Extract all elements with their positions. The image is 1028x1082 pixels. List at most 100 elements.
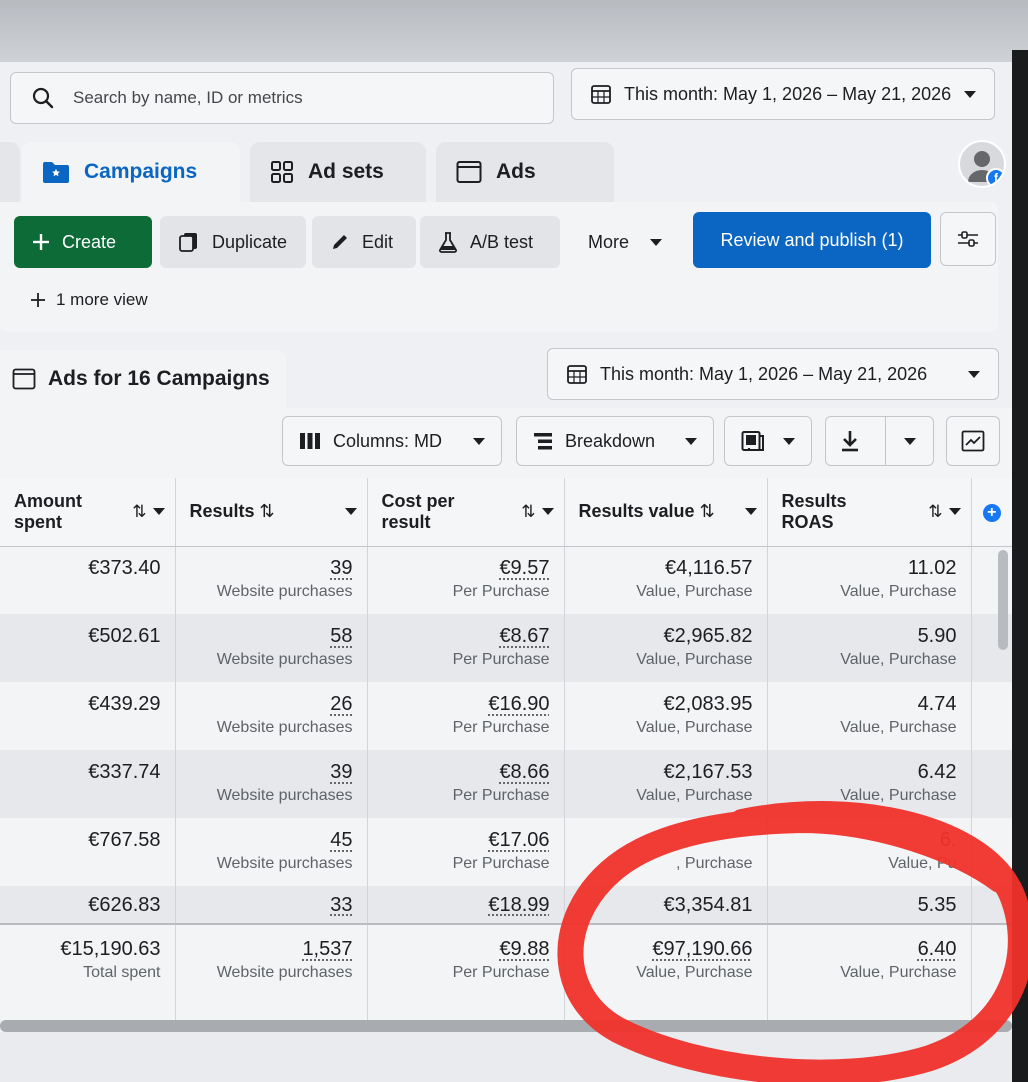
cell-amount-spent: €767.58 — [0, 818, 176, 886]
date-range-picker[interactable]: This month: May 1, 2026 – May 21, 2026 — [571, 68, 995, 120]
column-header-results-roas[interactable]: Results ROAS ⇅ — [767, 478, 972, 547]
cell-results: 58 Website purchases — [175, 614, 368, 682]
vertical-scrollbar[interactable] — [998, 550, 1008, 650]
cost-per-result-link[interactable]: €16.90 — [382, 692, 549, 716]
table-row[interactable]: €767.58 45 Website purchases €17.06 Per Pu… — [0, 818, 1012, 886]
total-roas-link[interactable]: 6.40 — [782, 937, 957, 961]
results-link[interactable]: 58 — [190, 624, 352, 648]
download-button[interactable] — [826, 417, 873, 465]
tab-ads-label: Ads — [496, 160, 536, 183]
tab-ads[interactable]: Ads — [436, 142, 614, 202]
search-input[interactable]: Search by name, ID or metrics — [10, 72, 554, 124]
calendar-icon — [567, 365, 587, 384]
table-row[interactable]: €502.61 58 Website purchases €8.67 Per Pur… — [0, 614, 1012, 682]
table-row[interactable]: €439.29 26 Website purchases €16.90 Per Pu… — [0, 682, 1012, 750]
duplicate-label: Duplicate — [212, 231, 288, 252]
chevron-down-icon[interactable] — [744, 508, 757, 516]
results-roas-type: Value, Purchase — [840, 651, 957, 668]
column-label: Results value ⇅ — [579, 501, 715, 522]
ab-test-button[interactable]: A/B test — [420, 216, 560, 268]
horizontal-scrollbar[interactable] — [0, 1020, 1012, 1032]
download-icon — [841, 431, 858, 452]
amount-spent: €767.58 — [88, 829, 161, 851]
columns-dropdown[interactable]: Columns: MD — [282, 416, 502, 466]
total-value-link[interactable]: €97,190.66 — [579, 937, 752, 961]
review-and-publish-button[interactable]: Review and publish (1) — [693, 212, 931, 268]
sort-icon[interactable]: ⇅ — [260, 501, 275, 521]
sort-control[interactable]: ⇅ — [928, 502, 961, 522]
totals-row: €15,190.63 Total spent 1,537 Website purch… — [0, 923, 1012, 1020]
tab-ad-sets[interactable]: Ad sets — [250, 142, 426, 202]
columns-icon — [300, 433, 320, 449]
edit-button[interactable]: Edit — [312, 216, 416, 268]
ad-window-icon — [456, 161, 482, 183]
results-value-type: Value, Purchase — [636, 787, 753, 804]
add-column-cell[interactable]: + — [971, 478, 1012, 547]
total-results-link[interactable]: 1,537 — [190, 937, 352, 961]
chevron-down-icon[interactable] — [344, 508, 357, 516]
total-cpr-link[interactable]: €9.88 — [382, 937, 549, 961]
cell-spacer — [971, 886, 1012, 924]
sort-control[interactable]: ⇅ — [521, 502, 554, 522]
charts-button[interactable] — [946, 416, 1000, 466]
chevron-down-icon — [903, 437, 916, 445]
cost-per-result-link[interactable]: €17.06 — [382, 828, 549, 852]
device-bezel-right — [1012, 50, 1028, 1082]
more-dropdown[interactable]: More — [570, 216, 680, 268]
export-options-dropdown[interactable] — [885, 417, 933, 465]
cell-cost-per-result: €16.90 Per Purchase — [367, 682, 565, 750]
duplicate-button[interactable]: Duplicate — [160, 216, 306, 268]
total-spent-value: €15,190.63 — [60, 938, 161, 960]
results-link[interactable]: 26 — [190, 692, 352, 716]
table-row[interactable]: €373.40 39 Website purchases €9.57 Per Pur… — [0, 546, 1012, 614]
cost-per-result-link[interactable]: €9.57 — [382, 556, 549, 580]
results-roas: 5.35 — [917, 893, 957, 916]
results-type: Website purchases — [216, 787, 353, 804]
cost-per-result-link[interactable]: €8.67 — [382, 624, 549, 648]
column-header-results-value[interactable]: Results value ⇅ — [564, 478, 768, 547]
results-link[interactable]: 45 — [190, 828, 352, 852]
breakdown-icon — [534, 433, 552, 450]
cell-results-roas: 5.35 — [767, 886, 972, 924]
breakdown-dropdown[interactable]: Breakdown — [516, 416, 714, 466]
table-row[interactable]: €626.83 33 €18.99 €3,354.81 5.35 — [0, 886, 1012, 924]
table-date-range-picker[interactable]: This month: May 1, 2026 – May 21, 2026 — [547, 348, 999, 400]
results-value-type: Value, Purchase — [636, 719, 753, 736]
amount-spent: €626.83 — [88, 893, 161, 916]
add-column-icon[interactable]: + — [982, 504, 1001, 523]
tab-campaigns[interactable]: Campaigns — [22, 142, 240, 202]
settings-sliders-button[interactable] — [940, 212, 996, 266]
results-link[interactable]: 39 — [190, 760, 352, 784]
pencil-icon — [333, 235, 347, 249]
cost-per-result-type: Per Purchase — [452, 719, 550, 736]
cell-cost-per-result: €18.99 — [367, 886, 565, 924]
results-value-type: Value, Purchase — [636, 583, 753, 601]
total-results-value: €97,190.66 Value, Purchase — [564, 923, 768, 1020]
cost-per-result-link[interactable]: €18.99 — [382, 893, 549, 917]
facebook-icon: f — [986, 168, 1004, 186]
column-header-amount-spent[interactable]: Amount spent ⇅ — [0, 478, 176, 547]
column-label-text: Results value — [578, 501, 695, 522]
sort-control[interactable]: ⇅ — [132, 502, 165, 522]
cost-per-result-type: Per Purchase — [452, 855, 550, 872]
chevron-down-icon — [968, 370, 980, 378]
results-type: Website purchases — [216, 583, 353, 601]
table-row[interactable]: €337.74 39 Website purchases €8.66 Per Pur… — [0, 750, 1012, 818]
column-header-cost-per-result[interactable]: Cost per result ⇅ — [367, 478, 565, 547]
create-button[interactable]: Create — [14, 216, 152, 268]
cell-results-roas: 6.42 Value, Purchase — [767, 750, 972, 818]
saved-views-dropdown[interactable] — [724, 416, 812, 466]
amount-spent: €373.40 — [88, 557, 161, 580]
review-label: Review and publish (1) — [720, 229, 904, 250]
avatar[interactable]: f — [958, 140, 1006, 188]
column-header-results[interactable]: Results ⇅ — [175, 478, 368, 547]
results-link[interactable]: 39 — [190, 556, 352, 580]
cell-results-roas: 6. Value, Pu — [767, 818, 972, 886]
sort-icon[interactable]: ⇅ — [700, 501, 715, 521]
more-view-link[interactable]: 1 more view — [30, 290, 148, 310]
total-value-type: Value, Purchase — [636, 964, 753, 981]
table-section-title: Ads for 16 Campaigns — [0, 350, 286, 408]
cost-per-result-type: Per Purchase — [452, 651, 550, 668]
results-link[interactable]: 33 — [190, 893, 352, 917]
cost-per-result-link[interactable]: €8.66 — [382, 760, 549, 784]
